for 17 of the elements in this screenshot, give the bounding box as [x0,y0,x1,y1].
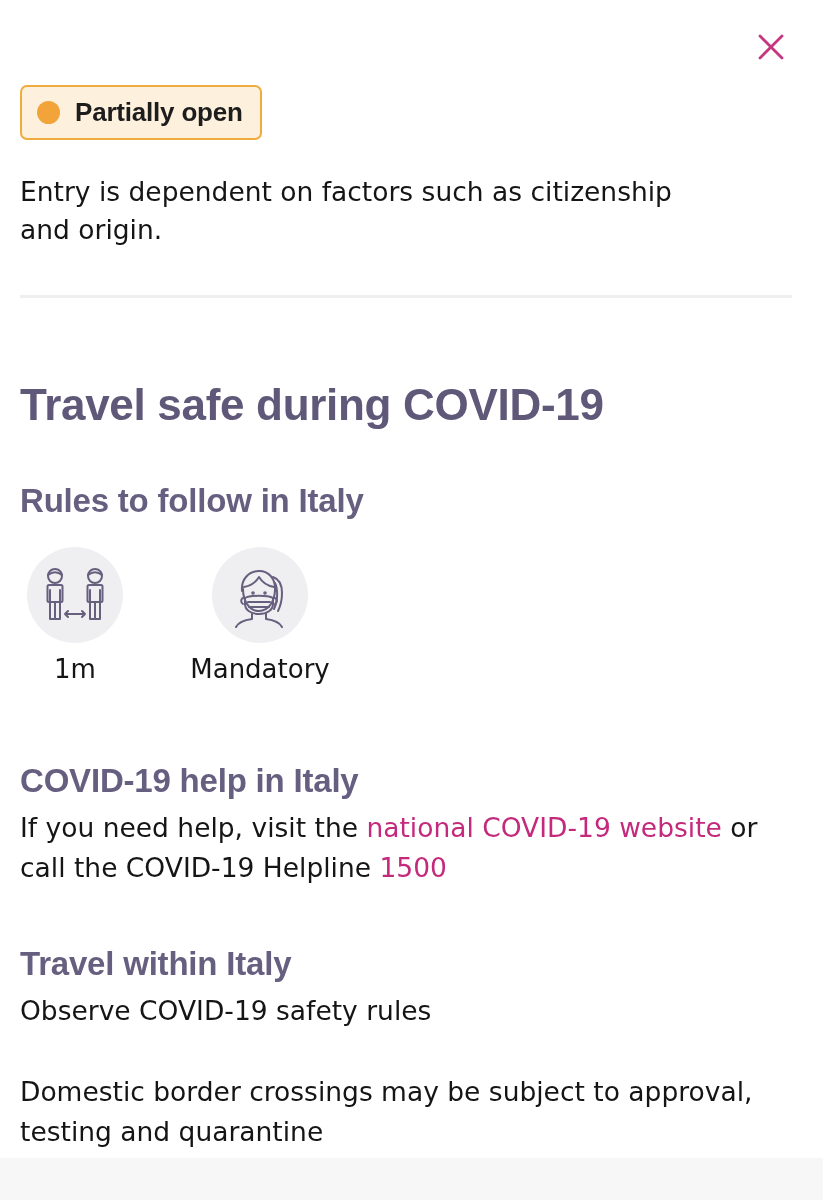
body-text: Domestic border crossings may be subject to approval, testing and quarantine [20,1075,754,1149]
status-label: Partially open [75,97,243,128]
section-title: Travel safe during COVID-19 [20,380,605,430]
description-text: Entry is dependent on factors such as citizenship and origin. [20,175,673,247]
body-text: Observe COVID-19 safety rules [20,994,433,1028]
subsection-heading: Rules to follow in Italy [20,481,365,521]
rule-label: 1m [54,653,96,686]
close-button[interactable] [758,34,784,60]
subsection-heading: Travel within Italy [20,944,293,984]
help-link[interactable]: 1500 [379,852,447,883]
masked-woman-icon [212,547,308,643]
close-icon [758,34,784,60]
two-people-icon [27,547,123,643]
help-text: If you need help, visit the national COVID-19 website or call the COVID-19 Helpline 1500 [20,811,759,885]
rule-label: Mandatory [190,653,330,686]
subsection-heading: COVID-19 help in Italy [20,761,360,801]
help-link[interactable]: national COVID-19 website [366,812,722,843]
